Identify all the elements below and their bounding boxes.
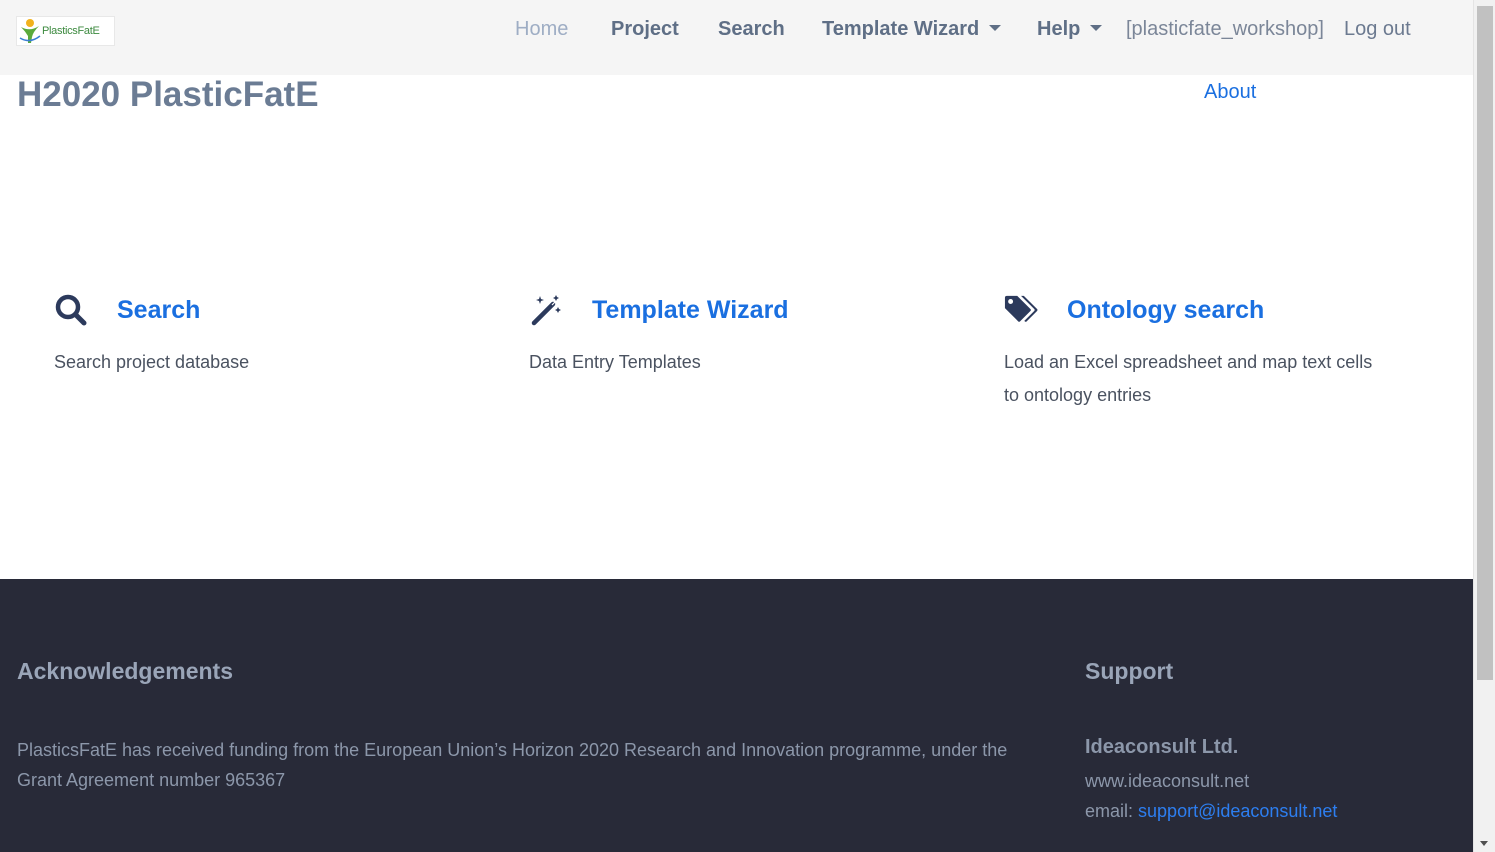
card-description: Data Entry Templates <box>529 352 701 372</box>
nav-home[interactable]: Home <box>515 16 568 42</box>
caret-down-icon <box>1090 25 1103 32</box>
support-email-link[interactable]: support@ideaconsult.net <box>1138 801 1337 821</box>
nav-template-wizard-dropdown[interactable]: Template Wizard <box>822 16 1002 42</box>
support-title: Support <box>1085 658 1174 684</box>
footer: Acknowledgements PlasticsFatE has receiv… <box>0 579 1473 852</box>
scroll-down-arrow-icon[interactable] <box>1480 841 1488 846</box>
search-card: Search Search project database <box>54 290 474 379</box>
support-company: Ideaconsult Ltd. <box>1085 736 1239 758</box>
card-description: Load an Excel spreadsheet and map text c… <box>1004 352 1373 405</box>
card-description: Search project database <box>54 352 250 372</box>
nav-help-label: Help <box>1037 18 1081 40</box>
nav-template-wizard-label: Template Wizard <box>822 18 980 40</box>
card-header: Ontology search <box>1004 290 1384 330</box>
nav-help-dropdown[interactable]: Help <box>1037 16 1103 42</box>
template-wizard-card: Template Wizard Data Entry Templates <box>529 290 949 379</box>
nav-logout[interactable]: Log out <box>1344 16 1411 42</box>
card-title-search[interactable]: Search <box>117 295 200 325</box>
page-title: H2020 PlasticFatE <box>17 75 319 114</box>
vertical-scrollbar[interactable] <box>1473 0 1495 852</box>
brand-logo[interactable]: PlasticsFatE <box>16 16 115 46</box>
card-title-ontology-search[interactable]: Ontology search <box>1067 295 1264 325</box>
card-header: Search <box>54 290 474 330</box>
nav-search[interactable]: Search <box>718 16 785 42</box>
ontology-search-card: Ontology search Load an Excel spreadshee… <box>1004 290 1384 412</box>
acknowledgements-title: Acknowledgements <box>17 658 233 684</box>
logo-text: PlasticsFatE <box>42 25 100 37</box>
card-header: Template Wizard <box>529 290 949 330</box>
about-link[interactable]: About <box>1204 79 1256 105</box>
magic-wand-icon[interactable] <box>529 293 563 327</box>
email-label: email: <box>1085 801 1134 821</box>
support-website: www.ideaconsult.net <box>1085 771 1250 791</box>
nav-project[interactable]: Project <box>611 16 679 42</box>
page: PlasticsFatE Home Project Search Templat… <box>0 0 1473 852</box>
card-title-template-wizard[interactable]: Template Wizard <box>592 295 789 325</box>
plastic-figure-icon <box>19 19 41 43</box>
acknowledgements-text: PlasticsFatE has received funding from t… <box>17 740 1008 790</box>
caret-down-icon <box>989 25 1002 32</box>
scrollbar-thumb[interactable] <box>1477 6 1493 680</box>
tags-icon[interactable] <box>1004 293 1038 327</box>
top-navbar: PlasticsFatE Home Project Search Templat… <box>0 0 1473 75</box>
nav-username: [plasticfate_workshop] <box>1126 18 1324 40</box>
support-email: email: support@ideaconsult.net <box>1085 799 1337 823</box>
search-icon[interactable] <box>54 293 88 327</box>
